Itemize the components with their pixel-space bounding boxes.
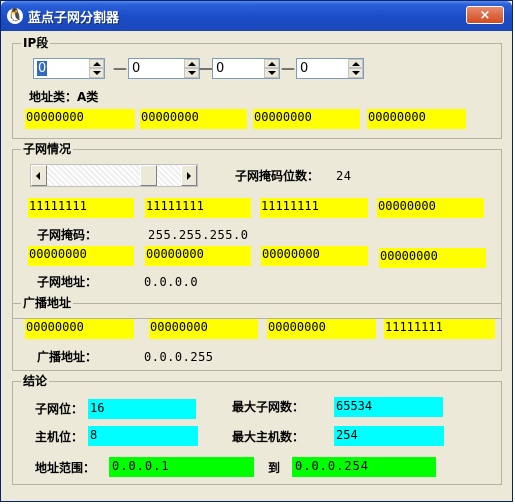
- addr-binary-4: 00000000: [379, 248, 486, 268]
- mask-bits-label: 子网掩码位数：: [235, 169, 320, 183]
- close-button[interactable]: ×: [466, 6, 504, 24]
- subnet-title: 子网情况: [21, 142, 74, 157]
- octet-3-down-button[interactable]: [264, 68, 279, 78]
- range-end-value: 0.0.0.254: [292, 457, 436, 477]
- octet-3-spinner[interactable]: 0: [212, 58, 280, 79]
- subnet-mask-value: 255.255.255.0: [148, 228, 249, 242]
- broadcast-address-value: 0.0.0.255: [144, 350, 214, 364]
- octet-separator: —: [113, 61, 127, 77]
- addr-binary-3: 00000000: [261, 246, 368, 266]
- host-bits-value: 8: [88, 426, 198, 446]
- max-hosts-label: 最大主机数：: [232, 430, 305, 444]
- title-bar[interactable]: 🐧 蓝点子网分割器 ×: [1, 1, 512, 31]
- address-range-label: 地址范围：: [35, 461, 96, 475]
- broadcast-title: 广播地址: [21, 296, 74, 311]
- mask-binary-2: 11111111: [145, 198, 251, 218]
- octet-3-value[interactable]: 0: [216, 61, 224, 76]
- broadcast-binary-2: 00000000: [149, 319, 258, 339]
- range-start-value: 0.0.0.1: [109, 457, 254, 477]
- mask-binary-1: 11111111: [28, 198, 134, 218]
- octet-1-value[interactable]: 0: [37, 61, 48, 76]
- broadcast-group: 广播地址 00000000 00000000 00000000 11111111…: [12, 296, 502, 371]
- client-area: IP段 0 — 0 — 0 — 0 地址类：A类 00000000 000000…: [4, 31, 511, 499]
- mask-bits-value: 24: [336, 169, 352, 183]
- slider-right-button[interactable]: [181, 165, 197, 186]
- slider-left-button[interactable]: [31, 165, 47, 186]
- octet-3-up-button[interactable]: [264, 59, 279, 68]
- broadcast-binary-3: 00000000: [267, 319, 376, 339]
- subnet-address-label: 子网地址：: [37, 275, 98, 289]
- broadcast-address-label: 广播地址：: [37, 350, 98, 364]
- max-hosts-value: 254: [334, 426, 444, 446]
- octet-separator: —: [199, 61, 213, 77]
- octet-1-up-button[interactable]: [89, 59, 104, 68]
- octet-separator: —: [281, 61, 295, 77]
- octet-4-spinner[interactable]: 0: [296, 58, 364, 79]
- broadcast-binary-1: 00000000: [25, 319, 134, 339]
- ip-binary-3: 00000000: [253, 109, 360, 129]
- conclusion-title: 结论: [21, 374, 50, 389]
- max-subnets-label: 最大子网数：: [232, 400, 305, 414]
- broadcast-binary-4: 11111111: [384, 319, 495, 339]
- mask-bits-slider[interactable]: [30, 164, 198, 187]
- slider-thumb[interactable]: [140, 165, 157, 186]
- window-title: 蓝点子网分割器: [28, 11, 120, 26]
- octet-2-value[interactable]: 0: [132, 61, 140, 76]
- subnet-bits-label: 子网位：: [35, 402, 84, 416]
- ip-binary-1: 00000000: [25, 109, 135, 129]
- subnet-address-value: 0.0.0.0: [144, 275, 199, 289]
- octet-4-value[interactable]: 0: [300, 61, 308, 76]
- mask-binary-3: 11111111: [260, 198, 368, 218]
- ip-binary-2: 00000000: [140, 109, 247, 129]
- octet-1-down-button[interactable]: [89, 68, 104, 78]
- range-to-label: 到: [268, 461, 281, 475]
- max-subnets-value: 65534: [334, 397, 443, 417]
- ip-segment-group: IP段 0 — 0 — 0 — 0 地址类：A类 00000000 000000…: [12, 36, 502, 139]
- ip-binary-4: 00000000: [367, 109, 466, 129]
- app-window: 🐧 蓝点子网分割器 × IP段 0 — 0 — 0 — 0 地址类：A类 000…: [0, 0, 513, 502]
- octet-2-down-button[interactable]: [184, 68, 199, 78]
- address-class-label: 地址类：A类: [29, 90, 99, 104]
- addr-binary-1: 00000000: [28, 246, 134, 266]
- subnet-bits-value: 16: [88, 399, 196, 419]
- octet-4-down-button[interactable]: [348, 68, 363, 78]
- conclusion-group: 结论 子网位： 16 最大子网数： 65534 主机位： 8 最大主机数： 25…: [12, 374, 502, 485]
- mask-binary-4: 00000000: [377, 198, 484, 218]
- addr-binary-2: 00000000: [145, 246, 251, 266]
- octet-2-up-button[interactable]: [184, 59, 199, 68]
- subnet-mask-label: 子网掩码：: [37, 228, 98, 242]
- ip-segment-title: IP段: [21, 36, 51, 51]
- octet-1-spinner[interactable]: 0: [33, 58, 105, 79]
- penguin-icon: 🐧: [7, 8, 24, 24]
- octet-4-up-button[interactable]: [348, 59, 363, 68]
- octet-2-spinner[interactable]: 0: [128, 58, 200, 79]
- subnet-group: 子网情况 子网掩码位数： 24 11111111 11111111 111111…: [12, 142, 502, 319]
- host-bits-label: 主机位：: [35, 430, 84, 444]
